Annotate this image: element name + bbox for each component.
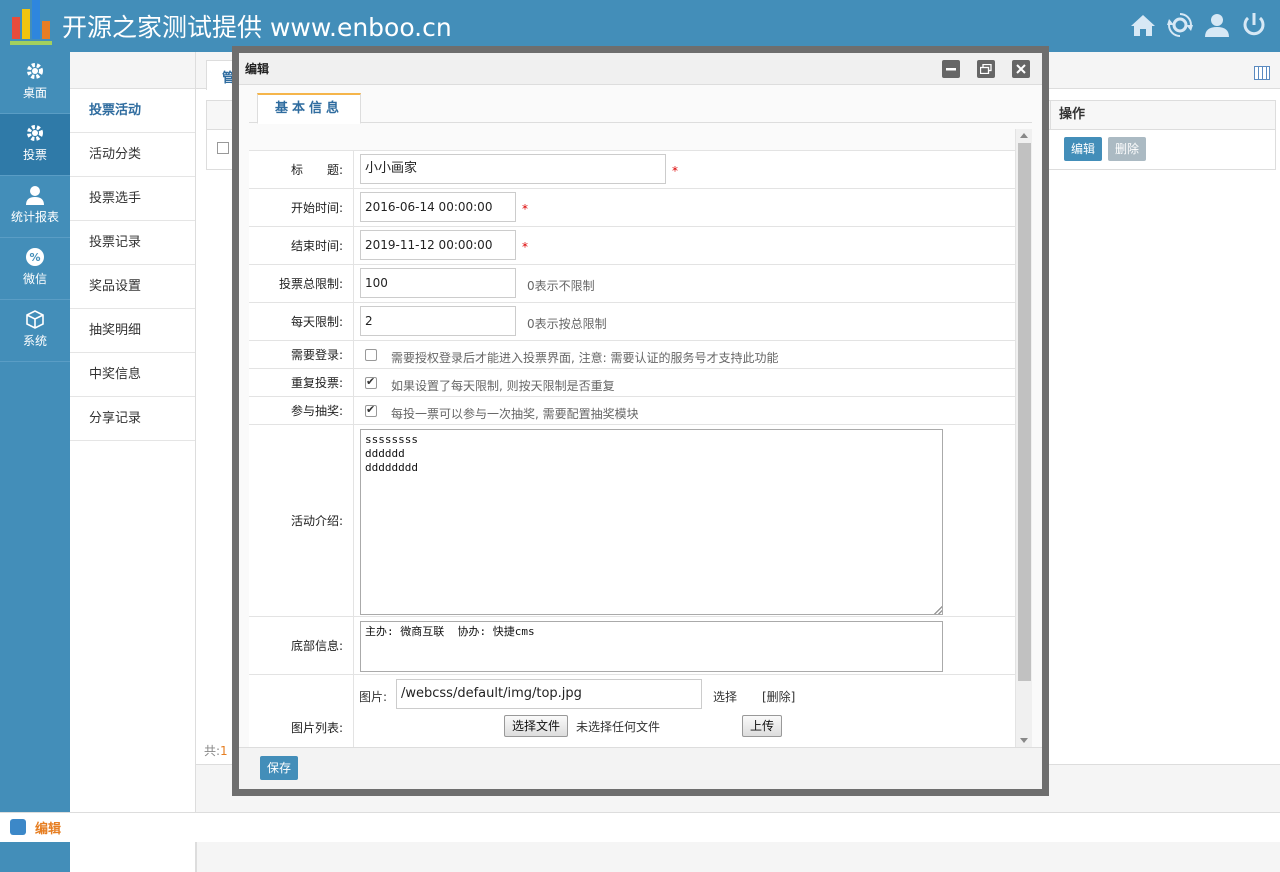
lottery-checkbox[interactable]: [365, 403, 377, 417]
top-header: 开源之家测试提供 www.enboo.cn: [0, 0, 1280, 52]
subnav-item-shares[interactable]: 分享记录: [70, 397, 195, 441]
title-input[interactable]: 小小画家: [360, 154, 666, 184]
nav-item-stats[interactable]: 统计报表: [0, 176, 70, 238]
upload-button[interactable]: 上传: [742, 715, 783, 737]
person-icon: [26, 186, 44, 205]
image-path-input[interactable]: /webcss/default/img/top.jpg: [396, 679, 702, 709]
form-row-title: 标 题: 小小画家 *: [249, 151, 1024, 189]
subnav-item-winners[interactable]: 中奖信息: [70, 353, 195, 397]
row-checkbox[interactable]: [217, 142, 229, 154]
scroll-thumb[interactable]: [1018, 143, 1031, 681]
total-limit-hint: 0表示不限制: [527, 279, 595, 293]
daily-limit-input[interactable]: 2: [360, 306, 516, 336]
daily-limit-hint: 0表示按总限制: [527, 317, 607, 331]
subnav-item-category[interactable]: 活动分类: [70, 133, 195, 177]
form-row-total-limit: 投票总限制: 100 0表示不限制: [249, 265, 1024, 303]
end-time-input[interactable]: 2019-11-12 00:00:00: [360, 230, 516, 260]
nav-item-vote[interactable]: 投票: [0, 114, 70, 176]
subnav-item-prizes[interactable]: 奖品设置: [70, 265, 195, 309]
subnav-item-records[interactable]: 投票记录: [70, 221, 195, 265]
total-limit-input[interactable]: 100: [360, 268, 516, 298]
subnav-item-players[interactable]: 投票选手: [70, 177, 195, 221]
required-mark: *: [522, 240, 528, 254]
scroll-up-icon[interactable]: [1020, 133, 1028, 138]
footer-info-textarea[interactable]: 主办: 微商互联 协办: 快捷cms: [360, 621, 943, 672]
bottom-status-bar: 编辑: [0, 812, 1280, 842]
repeat-vote-checkbox[interactable]: [365, 375, 377, 389]
edit-dialog: 编辑 基本信息 标 题: 小小画家 * 开始时间: 2016-06-14 00:…: [232, 46, 1049, 796]
dialog-footer: 保存: [239, 747, 1042, 789]
form-row-end: 结束时间: 2019-11-12 00:00:00 *: [249, 227, 1024, 265]
power-icon[interactable]: [1240, 10, 1268, 40]
dialog-title: 编辑: [245, 62, 270, 76]
nav-item-system[interactable]: 系统: [0, 300, 70, 362]
close-icon[interactable]: [1012, 60, 1030, 78]
delete-image-link[interactable]: [删除]: [762, 688, 795, 705]
sub-nav: 投票活动 活动分类 投票选手 投票记录 奖品设置 抽奖明细 中奖信息 分享记录: [70, 52, 196, 872]
restore-icon[interactable]: [977, 60, 995, 78]
gear-icon: [27, 125, 43, 141]
subnav-item-lottery-detail[interactable]: 抽奖明细: [70, 309, 195, 353]
title-label: 标 题:: [249, 151, 354, 188]
calendar-icon[interactable]: [1254, 66, 1270, 80]
required-mark: *: [672, 164, 678, 178]
scroll-down-icon[interactable]: [1020, 738, 1028, 743]
form-row-need-login: 需要登录: 需要授权登录后才能进入投票界面, 注意: 需要认证的服务号才支持此功…: [249, 341, 1024, 369]
delete-button[interactable]: 删除: [1108, 137, 1147, 161]
form-row-images: 图片列表: 图片: /webcss/default/img/top.jpg 选择…: [249, 675, 1024, 747]
form-row-intro: 活动介绍: ssssssss dddddd dddddddd: [249, 425, 1024, 617]
header-icons: [1129, 10, 1268, 40]
minimize-icon[interactable]: [942, 60, 960, 78]
box-icon: [26, 310, 44, 329]
edit-form: 标 题: 小小画家 * 开始时间: 2016-06-14 00:00:00 * …: [249, 129, 1024, 747]
browser-icon: [10, 819, 26, 835]
intro-textarea[interactable]: ssssssss dddddd dddddddd: [360, 429, 943, 615]
bottom-label: 编辑: [35, 822, 62, 837]
required-mark: *: [522, 202, 528, 216]
nav-item-wechat[interactable]: % 微信: [0, 238, 70, 300]
home-icon[interactable]: [1129, 10, 1157, 40]
dialog-body: 基本信息 标 题: 小小画家 * 开始时间: 2016-06-14 00:00:…: [239, 85, 1042, 747]
tab-basic-info[interactable]: 基本信息: [257, 93, 361, 124]
form-row-footer-info: 底部信息: 主办: 微商互联 协办: 快捷cms: [249, 617, 1024, 675]
form-row-repeat-vote: 重复投票: 如果设置了每天限制, 则按天限制是否重复: [249, 369, 1024, 397]
row-actions: 编辑 删除: [1064, 137, 1147, 161]
form-scrollbar[interactable]: [1015, 129, 1032, 747]
refresh-icon[interactable]: [1166, 10, 1194, 40]
form-row-daily-limit: 每天限制: 2 0表示按总限制: [249, 303, 1024, 341]
site-title: 开源之家测试提供 www.enboo.cn: [62, 13, 452, 42]
app-logo: [10, 0, 52, 45]
dialog-title-bar[interactable]: 编辑: [239, 53, 1042, 85]
total-count: 共:1: [204, 744, 228, 758]
user-icon[interactable]: [1203, 10, 1231, 40]
form-row-lottery: 参与抽奖: 每投一票可以参与一次抽奖, 需要配置抽奖模块: [249, 397, 1024, 425]
select-image-link[interactable]: 选择: [713, 688, 737, 705]
edit-button[interactable]: 编辑: [1064, 137, 1103, 161]
subnav-item-vote-activity[interactable]: 投票活动: [70, 89, 195, 133]
nav-item-desktop[interactable]: 桌面: [0, 52, 70, 114]
dialog-tab-bar: 基本信息: [249, 85, 1032, 124]
op-column-header: 操作: [1050, 100, 1270, 130]
svg-text:%: %: [29, 251, 40, 264]
save-button[interactable]: 保存: [260, 756, 299, 780]
choose-file-button[interactable]: 选择文件: [504, 715, 569, 737]
form-row-start: 开始时间: 2016-06-14 00:00:00 *: [249, 189, 1024, 227]
need-login-checkbox[interactable]: [365, 349, 377, 361]
no-file-text: 未选择任何文件: [576, 720, 661, 734]
percent-icon: %: [26, 248, 44, 266]
gear-icon: [27, 63, 43, 79]
start-time-input[interactable]: 2016-06-14 00:00:00: [360, 192, 516, 222]
left-nav: 桌面 投票 统计报表 % 微信 系统: [0, 52, 70, 872]
